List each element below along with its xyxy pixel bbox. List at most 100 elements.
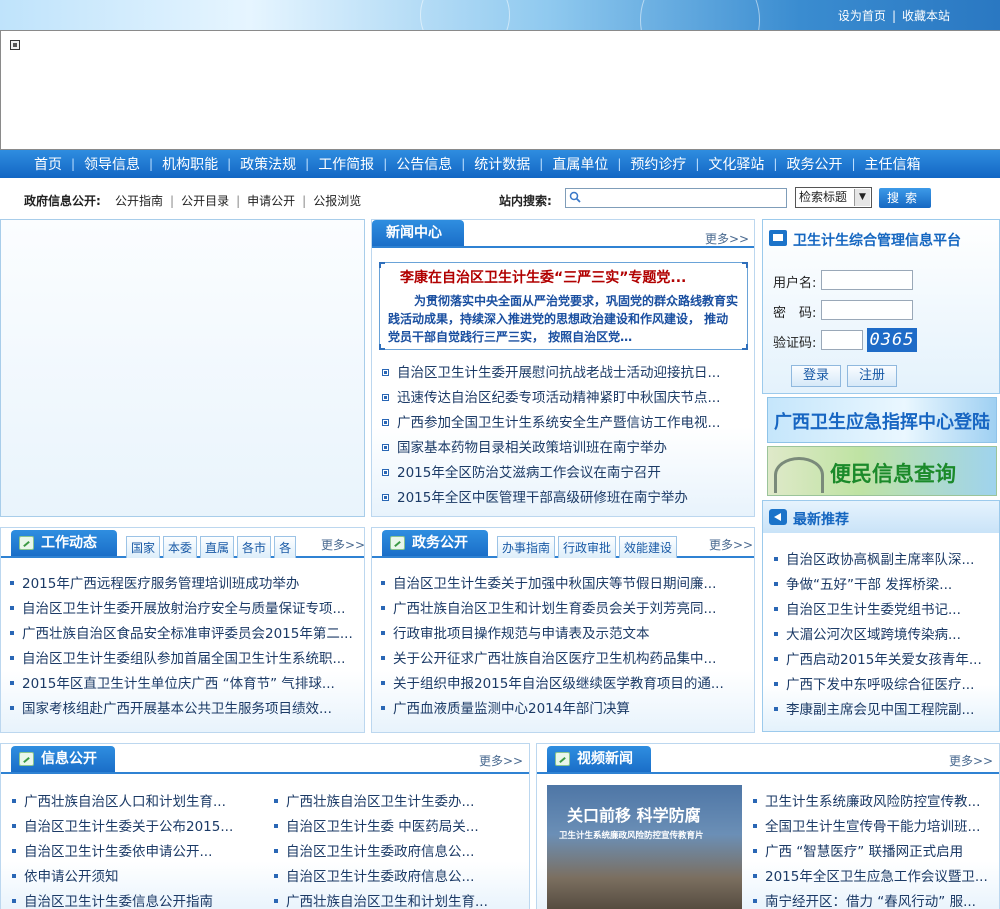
gov-affairs-item-text: 广西壮族自治区卫生和计划生育委员会关于刘芳亮同... xyxy=(393,601,717,617)
video-news-item[interactable]: 南宁经开区：借力 “春风行动” 服... xyxy=(753,890,996,909)
news-item[interactable]: 2015年全区防治艾滋病工作会议在南宁召开 xyxy=(382,461,744,486)
news-item[interactable]: 自治区卫生计生委开展慰问抗战老战士活动迎接抗日... xyxy=(382,361,744,386)
info-open-more-link[interactable]: 更多>> xyxy=(479,752,523,769)
captcha-image[interactable]: 0365 xyxy=(867,328,917,352)
nav-item[interactable]: 领导信息 xyxy=(84,154,140,174)
work-tab[interactable]: 各 xyxy=(274,536,297,558)
nav-item[interactable]: 主任信箱 xyxy=(865,154,921,174)
recommend-item[interactable]: 大湄公河次区域跨境传染病... xyxy=(774,623,996,648)
info-open-item[interactable]: 广西壮族自治区卫生和计划生育... xyxy=(274,890,524,909)
news-item[interactable]: 国家基本药物目录相关政策培训班在南宁举办 xyxy=(382,436,744,461)
set-homepage-link[interactable]: 设为首页 xyxy=(838,9,886,23)
gov-affairs-item[interactable]: 行政审批项目操作规范与申请表及示范文本 xyxy=(381,622,743,647)
info-open-item[interactable]: 自治区卫生计生委信息公开指南 xyxy=(12,890,252,909)
work-item[interactable]: 自治区卫生计生委开展放射治疗安全与质量保证专项... xyxy=(10,597,362,622)
work-item[interactable]: 自治区卫生计生委组队参加首届全国卫生计生系统职... xyxy=(10,647,362,672)
work-item[interactable]: 2015年广西远程医疗服务管理培训班成功举办 xyxy=(10,572,362,597)
work-tab[interactable]: 各市 xyxy=(237,536,272,558)
gov-affairs-item[interactable]: 广西血液质量监测中心2014年部门决算 xyxy=(381,697,743,722)
nav-item[interactable]: 公告信息 xyxy=(396,154,452,174)
video-news-item[interactable]: 卫生计生系统廉政风险防控宣传教... xyxy=(753,790,996,815)
recommend-item[interactable]: 李康副主席会见中国工程院副... xyxy=(774,698,996,723)
info-open-item-text: 自治区卫生计生委信息公开指南 xyxy=(24,894,213,909)
gov-link-guide[interactable]: 公开指南 xyxy=(115,194,163,208)
emergency-center-banner[interactable]: 广西卫生应急指挥中心登陆 xyxy=(767,397,997,443)
info-query-banner[interactable]: 便民信息查询 xyxy=(767,446,997,496)
video-news-item[interactable]: 2015年全区卫生应急工作会议暨卫... xyxy=(753,865,996,890)
nav-item[interactable]: 统计数据 xyxy=(474,154,530,174)
gov-link-apply[interactable]: 申请公开 xyxy=(247,194,295,208)
nav-item[interactable]: 机构职能 xyxy=(162,154,218,174)
gov-affairs-item[interactable]: 关于公开征求广西壮族自治区医疗卫生机构药品集中... xyxy=(381,647,743,672)
news-item[interactable]: 广西参加全国卫生计生系统安全生产暨信访工作电视... xyxy=(382,411,744,436)
info-open-item[interactable]: 自治区卫生计生委 中医药局关... xyxy=(274,815,524,840)
feature-title[interactable]: 李康在自治区卫生计生委“三严三实”专题党... xyxy=(400,267,720,287)
nav-item[interactable]: 直属单位 xyxy=(552,154,608,174)
recommend-item-text: 自治区卫生计生委党组书记... xyxy=(786,602,961,618)
bullet-icon xyxy=(381,631,385,635)
gov-affairs-more-link[interactable]: 更多>> xyxy=(709,536,753,553)
gov-affairs-tab[interactable]: 效能建设 xyxy=(619,536,678,558)
gov-affairs-tab[interactable]: 办事指南 xyxy=(497,536,556,558)
work-item[interactable]: 国家考核组赴广西开展基本公共卫生服务项目绩效... xyxy=(10,697,362,722)
gov-link-catalog[interactable]: 公开目录 xyxy=(181,194,229,208)
video-news-item[interactable]: 全国卫生计生宣传骨干能力培训班... xyxy=(753,815,996,840)
captcha-input[interactable] xyxy=(821,330,863,350)
work-tab[interactable]: 本委 xyxy=(163,536,198,558)
gov-affairs-item[interactable]: 广西壮族自治区卫生和计划生育委员会关于刘芳亮同... xyxy=(381,597,743,622)
bullet-icon xyxy=(381,681,385,685)
login-button[interactable]: 登录 xyxy=(791,365,841,387)
info-open-item[interactable]: 自治区卫生计生委政府信息公... xyxy=(274,865,524,890)
info-open-item[interactable]: 自治区卫生计生委关于公布2015... xyxy=(12,815,252,840)
gov-affairs-item-text: 关于组织申报2015年自治区级继续医学教育项目的通... xyxy=(393,676,724,692)
info-open-item[interactable]: 广西壮族自治区人口和计划生育... xyxy=(12,790,252,815)
news-more-link[interactable]: 更多>> xyxy=(705,230,749,247)
recommend-item[interactable]: 自治区政协高枫副主席率队深... xyxy=(774,548,996,573)
work-more-link[interactable]: 更多>> xyxy=(321,536,365,553)
info-open-title[interactable]: 信息公开 xyxy=(11,746,115,772)
search-input[interactable] xyxy=(565,188,787,208)
password-input[interactable] xyxy=(821,300,913,320)
gov-affairs-title[interactable]: 政务公开 xyxy=(382,530,488,556)
recommend-item[interactable]: 广西下发中东呼吸综合征医疗... xyxy=(774,673,996,698)
video-news-item[interactable]: 广西 “智慧医疗” 联播网正式启用 xyxy=(753,840,996,865)
video-news-title[interactable]: 视频新闻 xyxy=(547,746,651,772)
bookmark-link[interactable]: 收藏本站 xyxy=(902,9,950,23)
register-button[interactable]: 注册 xyxy=(847,365,897,387)
search-button[interactable]: 搜索 xyxy=(879,188,931,208)
gov-link-bulletin[interactable]: 公报浏览 xyxy=(313,194,361,208)
info-open-item[interactable]: 依申请公开须知 xyxy=(12,865,252,890)
work-item[interactable]: 2015年区直卫生计生单位庆广西 “体育节” 气排球... xyxy=(10,672,362,697)
search-type-select[interactable]: 检索标题 ▼ xyxy=(795,187,872,208)
nav-item[interactable]: 预约诊疗 xyxy=(630,154,686,174)
video-more-link[interactable]: 更多>> xyxy=(949,752,993,769)
news-center-title[interactable]: 新闻中心 xyxy=(372,220,464,246)
nav-item[interactable]: 文化驿站 xyxy=(708,154,764,174)
gov-affairs-item[interactable]: 关于组织申报2015年自治区级继续医学教育项目的通... xyxy=(381,672,743,697)
recommend-item[interactable]: 广西启动2015年关爱女孩青年... xyxy=(774,648,996,673)
work-tab[interactable]: 直属 xyxy=(200,536,235,558)
video-thumbnail[interactable]: 关口前移 科学防腐 卫生计生系统廉政风险防控宣传教育片 xyxy=(547,785,742,909)
login-title: 卫生计生综合管理信息平台 xyxy=(769,230,961,250)
nav-item[interactable]: 首页 xyxy=(34,154,62,174)
nav-item[interactable]: 政务公开 xyxy=(786,154,842,174)
work-tab[interactable]: 国家 xyxy=(126,536,161,558)
nav-item[interactable]: 政策法规 xyxy=(240,154,296,174)
news-item[interactable]: 2015年全区中医管理干部高级研修班在南宁举办 xyxy=(382,486,744,511)
bullet-icon xyxy=(753,799,757,803)
info-open-item[interactable]: 自治区卫生计生委政府信息公... xyxy=(274,840,524,865)
recommend-item[interactable]: 自治区卫生计生委党组书记... xyxy=(774,598,996,623)
news-item[interactable]: 迅速传达自治区纪委专项活动精神紧盯中秋国庆节点... xyxy=(382,386,744,411)
recommend-item[interactable]: 争做“五好”干部 发挥桥梁... xyxy=(774,573,996,598)
gov-affairs-tab[interactable]: 行政审批 xyxy=(558,536,617,558)
gov-affairs-item[interactable]: 自治区卫生计生委关于加强中秋国庆等节假日期间廉... xyxy=(381,572,743,597)
username-input[interactable] xyxy=(821,270,913,290)
info-open-item[interactable]: 广西壮族自治区卫生计生委办... xyxy=(274,790,524,815)
bullet-icon xyxy=(381,606,385,610)
work-item[interactable]: 广西壮族自治区食品安全标准审评委员会2015年第二... xyxy=(10,622,362,647)
feature-news-box[interactable]: 李康在自治区卫生计生委“三严三实”专题党... 为贯彻落实中央全面从严治党要求，… xyxy=(379,262,748,350)
captcha-label: 验证码: xyxy=(773,336,817,351)
nav-item[interactable]: 工作简报 xyxy=(318,154,374,174)
work-dynamics-title[interactable]: 工作动态 xyxy=(11,530,117,556)
info-open-item[interactable]: 自治区卫生计生委依申请公开... xyxy=(12,840,252,865)
